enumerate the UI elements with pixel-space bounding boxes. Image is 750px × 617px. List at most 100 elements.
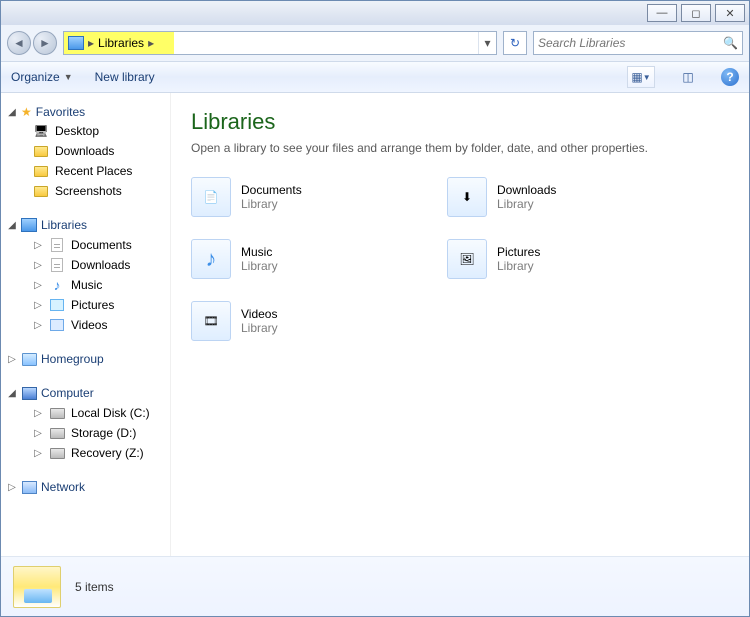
sidebar-item-label: Desktop	[55, 124, 99, 138]
library-item-music[interactable]: ♪ MusicLibrary	[191, 237, 431, 281]
library-type: Library	[497, 197, 556, 211]
collapse-icon: ◢	[7, 107, 17, 118]
expand-icon: ▷	[33, 260, 43, 271]
sidebar-item-label: Videos	[71, 318, 107, 332]
page-subtitle: Open a library to see your files and arr…	[191, 141, 729, 155]
star-icon: ★	[21, 105, 32, 119]
preview-pane-button[interactable]: ◫	[677, 66, 699, 88]
sidebar-item-label: Screenshots	[55, 184, 122, 198]
homegroup-item[interactable]: ▷ Homegroup	[5, 349, 166, 369]
forward-button[interactable]: ►	[33, 31, 57, 55]
library-name: Downloads	[497, 183, 556, 197]
breadcrumb-separator-icon: ▸	[88, 36, 94, 50]
documents-icon: 📄	[191, 177, 231, 217]
collapse-icon: ◢	[7, 220, 17, 231]
title-bar: — ◻ ✕	[1, 1, 749, 25]
expand-icon: ▷	[7, 482, 17, 493]
search-icon: 🔍	[723, 36, 738, 50]
sidebar-item-label: Recent Places	[55, 164, 132, 178]
network-icon	[21, 479, 37, 495]
expand-icon: ▷	[33, 240, 43, 251]
refresh-button[interactable]: ↻	[503, 31, 527, 55]
sidebar-item-documents[interactable]: ▷Documents	[5, 235, 166, 255]
library-name: Videos	[241, 307, 278, 321]
maximize-button[interactable]: ◻	[681, 4, 711, 22]
library-item-documents[interactable]: 📄 DocumentsLibrary	[191, 175, 431, 219]
sidebar-item-music[interactable]: ▷♪Music	[5, 275, 166, 295]
sidebar-item-desktop[interactable]: 🖥 Desktop	[5, 121, 166, 141]
sidebar-item-downloads-lib[interactable]: ▷Downloads	[5, 255, 166, 275]
music-icon: ♪	[49, 277, 65, 293]
network-label: Network	[41, 480, 85, 494]
folder-icon	[33, 163, 49, 179]
computer-label: Computer	[41, 386, 94, 400]
explorer-body: ◢ ★ Favorites 🖥 Desktop Downloads Recent …	[1, 93, 749, 556]
collapse-icon: ◢	[7, 388, 17, 399]
sidebar-item-videos[interactable]: ▷ Videos	[5, 315, 166, 335]
library-name: Music	[241, 245, 278, 259]
breadcrumb-root[interactable]: Libraries	[98, 36, 144, 50]
music-icon: ♪	[191, 239, 231, 279]
sidebar-item-label: Storage (D:)	[71, 426, 136, 440]
folder-icon	[33, 183, 49, 199]
library-item-downloads[interactable]: ⬇ DownloadsLibrary	[447, 175, 687, 219]
desktop-icon: 🖥	[33, 123, 49, 139]
library-type: Library	[241, 321, 278, 335]
expand-icon: ▷	[33, 448, 43, 459]
expand-icon: ▷	[7, 354, 17, 365]
help-button[interactable]: ?	[721, 68, 739, 86]
expand-icon: ▷	[33, 428, 43, 439]
search-box[interactable]: 🔍	[533, 31, 743, 55]
command-bar: Organize ▼ New library ▦ ▼ ◫ ?	[1, 61, 749, 93]
navigation-pane: ◢ ★ Favorites 🖥 Desktop Downloads Recent …	[1, 93, 171, 556]
sidebar-item-pictures[interactable]: ▷ Pictures	[5, 295, 166, 315]
new-library-button[interactable]: New library	[95, 70, 155, 84]
sidebar-item-local-disk-c[interactable]: ▷Local Disk (C:)	[5, 403, 166, 423]
minimize-button[interactable]: —	[647, 4, 677, 22]
expand-icon: ▷	[33, 408, 43, 419]
back-button[interactable]: ◄	[7, 31, 31, 55]
expand-icon: ▷	[33, 300, 43, 311]
sidebar-item-recent-places[interactable]: Recent Places	[5, 161, 166, 181]
library-name: Documents	[241, 183, 302, 197]
folder-icon	[33, 143, 49, 159]
library-grid: 📄 DocumentsLibrary ⬇ DownloadsLibrary ♪ …	[191, 175, 729, 343]
organize-menu[interactable]: Organize ▼	[11, 70, 73, 84]
address-history-dropdown[interactable]: ▾	[478, 32, 496, 54]
sidebar-item-screenshots[interactable]: Screenshots	[5, 181, 166, 201]
sidebar-item-label: Downloads	[55, 144, 114, 158]
sidebar-item-label: Pictures	[71, 298, 114, 312]
library-type: Library	[497, 259, 540, 273]
expand-icon: ▷	[33, 280, 43, 291]
computer-group[interactable]: ◢ Computer	[5, 383, 166, 403]
libraries-icon	[68, 35, 84, 51]
close-button[interactable]: ✕	[715, 4, 745, 22]
favorites-group[interactable]: ◢ ★ Favorites	[5, 103, 166, 121]
selection-thumbnail-icon	[13, 566, 61, 608]
item-count: 5 items	[75, 580, 114, 594]
expand-icon: ▷	[33, 320, 43, 331]
pictures-icon	[49, 297, 65, 313]
new-library-label: New library	[95, 70, 155, 84]
page-title: Libraries	[191, 109, 729, 135]
pictures-icon: 🖼	[447, 239, 487, 279]
videos-icon: 🎞	[191, 301, 231, 341]
homegroup-label: Homegroup	[41, 352, 104, 366]
sidebar-item-downloads[interactable]: Downloads	[5, 141, 166, 161]
library-type: Library	[241, 197, 302, 211]
breadcrumb-separator-icon: ▸	[148, 36, 154, 50]
address-bar[interactable]: ▸ Libraries ▸ ▾	[63, 31, 497, 55]
sidebar-item-recovery-z[interactable]: ▷Recovery (Z:)	[5, 443, 166, 463]
libraries-group[interactable]: ◢ Libraries	[5, 215, 166, 235]
drive-icon	[49, 405, 65, 421]
library-item-pictures[interactable]: 🖼 PicturesLibrary	[447, 237, 687, 281]
libraries-label: Libraries	[41, 218, 87, 232]
chevron-down-icon: ▼	[64, 72, 73, 82]
sidebar-item-storage-d[interactable]: ▷ Storage (D:)	[5, 423, 166, 443]
network-item[interactable]: ▷ Network	[5, 477, 166, 497]
explorer-window: — ◻ ✕ ◄ ► ▸ Libraries ▸ ▾ ↻ 🔍 Organize	[0, 0, 750, 617]
computer-icon	[21, 385, 37, 401]
view-options-button[interactable]: ▦ ▼	[627, 66, 655, 88]
search-input[interactable]	[538, 36, 723, 50]
library-item-videos[interactable]: 🎞 VideosLibrary	[191, 299, 431, 343]
